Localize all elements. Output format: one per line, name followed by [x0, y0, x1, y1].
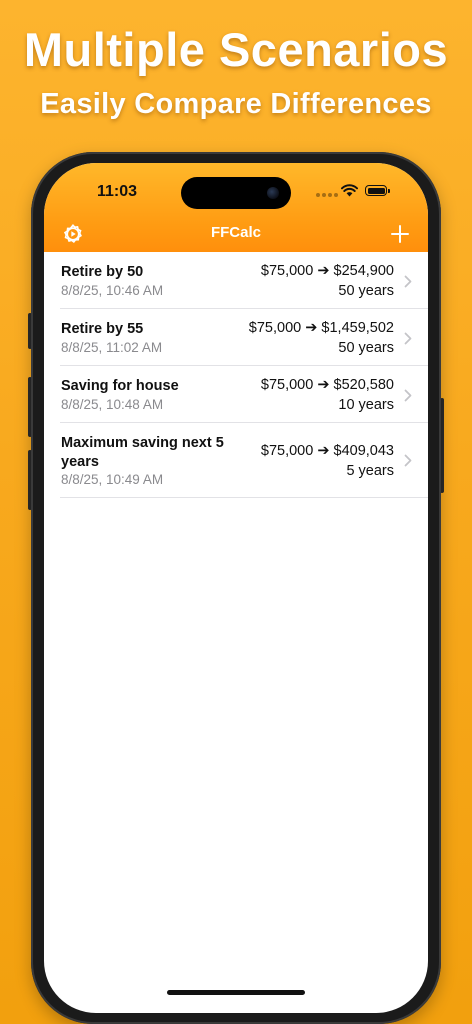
scenario-amount: $75,000 ➔ $1,459,502	[248, 320, 394, 336]
chevron-right-icon	[404, 389, 412, 402]
scenario-years: 10 years	[338, 397, 394, 413]
scenario-title: Maximum saving next 5 years	[61, 435, 224, 470]
chevron-right-icon	[404, 454, 412, 467]
cellular-signal-icon	[316, 193, 338, 197]
scenario-row[interactable]: Retire by 55 8/8/25, 11:02 AM $75,000 ➔ …	[44, 309, 428, 366]
scenario-years: 50 years	[338, 283, 394, 299]
wifi-icon	[341, 184, 358, 197]
scenario-row[interactable]: Maximum saving next 5 years 8/8/25, 10:4…	[44, 423, 428, 498]
scenario-years: 50 years	[338, 340, 394, 356]
chevron-right-icon	[404, 332, 412, 345]
scenario-date: 8/8/25, 10:46 AM	[61, 283, 164, 298]
scenario-title: Saving for house	[61, 378, 179, 394]
add-icon[interactable]	[389, 223, 411, 245]
scenario-title: Retire by 50	[61, 264, 144, 280]
chevron-right-icon	[404, 275, 412, 288]
promo-subheadline: Easily Compare Differences	[40, 88, 432, 120]
scenario-amount: $75,000 ➔ $520,580	[260, 377, 394, 393]
scenario-date: 8/8/25, 10:48 AM	[61, 397, 164, 412]
scenario-years: 5 years	[346, 463, 394, 479]
scenario-title: Retire by 55	[61, 321, 144, 337]
phone-screen: 11:03 FFCalc Retire by 50 8/8/25, 10:46 …	[44, 163, 428, 1013]
scenario-amount: $75,000 ➔ $409,043	[260, 443, 394, 459]
navigation-bar: 11:03 FFCalc	[44, 163, 428, 252]
home-indicator[interactable]	[167, 990, 305, 995]
camera-icon	[267, 187, 279, 199]
battery-icon	[365, 185, 390, 196]
scenario-date: 8/8/25, 11:02 AM	[61, 340, 163, 355]
scenario-list: Retire by 50 8/8/25, 10:46 AM $75,000 ➔ …	[44, 252, 428, 498]
promo-headline: Multiple Scenarios	[23, 23, 449, 76]
scenario-row[interactable]: Saving for house 8/8/25, 10:48 AM $75,00…	[44, 366, 428, 423]
dynamic-island	[181, 177, 291, 209]
scenario-date: 8/8/25, 10:49 AM	[61, 472, 164, 487]
status-time: 11:03	[97, 183, 138, 200]
nav-title: FFCalc	[210, 224, 261, 241]
scenario-amount: $75,000 ➔ $254,900	[260, 263, 394, 279]
scenario-row[interactable]: Retire by 50 8/8/25, 10:46 AM $75,000 ➔ …	[44, 252, 428, 309]
